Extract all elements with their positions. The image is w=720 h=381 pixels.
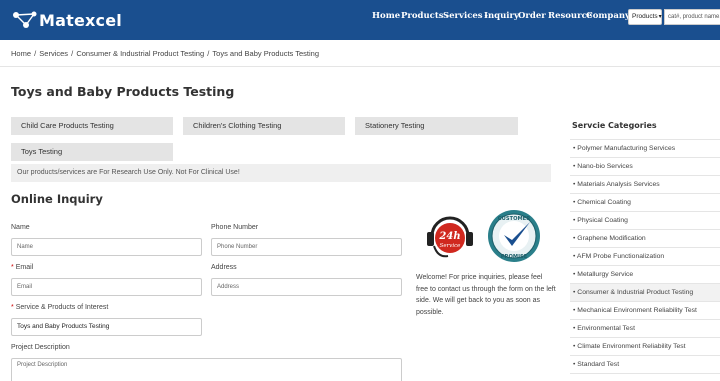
bullet-icon: • — [573, 271, 576, 278]
category-child-care[interactable]: Child Care Products Testing — [11, 117, 173, 135]
service-field[interactable]: Toys and Baby Products Testing — [11, 318, 202, 336]
bullet-icon: • — [573, 289, 576, 296]
breadcrumb: Home / Services / Consumer & Industrial … — [11, 49, 320, 58]
category-stationery[interactable]: Stationery Testing — [355, 117, 518, 135]
breadcrumb-home[interactable]: Home — [11, 49, 31, 58]
sidebar-item[interactable]: • Physical Coating — [570, 212, 720, 230]
sidebar-item-label: Polymer Manufacturing Services — [577, 145, 676, 152]
sidebar-title: Servcie Categories — [572, 121, 657, 130]
bullet-icon: • — [573, 163, 576, 170]
customer-promise-icon: CUSTOMER PROMISE — [488, 210, 540, 262]
logo-icon — [13, 11, 37, 28]
sidebar-item-label: Metallurgy Service — [577, 271, 634, 278]
badge-service-text: Service — [440, 243, 462, 249]
bullet-icon: • — [573, 253, 576, 260]
name-label: Name — [11, 224, 30, 231]
bullet-icon: • — [573, 181, 576, 188]
search-scope-select[interactable]: Products▾ — [628, 9, 662, 25]
required-mark: * — [11, 304, 14, 311]
sidebar-item[interactable]: • Metallurgy Service — [570, 266, 720, 284]
address-label: Address — [211, 264, 237, 271]
badge-customer-text: CUSTOMER — [498, 216, 530, 222]
sidebar-item[interactable]: • Climate Environment Reliability Test — [570, 338, 720, 356]
phone-field[interactable]: Phone Number — [211, 238, 402, 256]
nav-products[interactable]: Products ▾ — [401, 11, 449, 21]
nav-services[interactable]: Services ▾ — [443, 11, 488, 21]
sidebar-item-label: Physical Coating — [577, 217, 628, 224]
sidebar-item-label: Materials Analysis Services — [577, 181, 660, 188]
sidebar-item-label: Climate Environment Reliability Test — [577, 343, 686, 350]
inquiry-title: Online Inquiry — [11, 192, 103, 206]
category-toys[interactable]: Toys Testing — [11, 143, 173, 161]
bullet-icon: • — [573, 217, 576, 224]
sidebar-item[interactable]: • Materials Analysis Services — [570, 176, 720, 194]
bullet-icon: • — [573, 307, 576, 314]
sidebar-item[interactable]: • Nano-bio Services — [570, 158, 720, 176]
welcome-message: Welcome! For price inquiries, please fee… — [416, 274, 556, 316]
search-input[interactable]: cat#, product name, — [664, 9, 720, 25]
email-field[interactable]: Email — [11, 278, 202, 296]
logo[interactable]: Matexcel — [12, 8, 122, 32]
sidebar-item[interactable]: • Mechanical Environment Reliability Tes… — [570, 302, 720, 320]
category-childrens-clothing[interactable]: Children's Clothing Testing — [183, 117, 345, 135]
brand-name: Matexcel — [39, 10, 122, 30]
email-label: * Email — [11, 264, 34, 271]
sidebar-item[interactable]: • Environmental Test — [570, 320, 720, 338]
sidebar-item-label: Environmental Test — [577, 325, 635, 332]
sidebar-item-label: AFM Probe Functionalization — [576, 253, 665, 260]
sidebar-item-label: Chemical Coating — [577, 199, 631, 206]
sidebar-item-label: Consumer & Industrial Product Testing — [577, 289, 694, 296]
chevron-down-icon: ▾ — [658, 14, 662, 20]
nav-inquiry[interactable]: Inquiry — [484, 11, 519, 21]
service-category-list: • Polymer Manufacturing Services • Nano-b… — [570, 139, 720, 374]
required-mark: * — [11, 264, 14, 271]
phone-label: Phone Number — [211, 224, 259, 231]
divider — [0, 66, 720, 67]
bullet-icon: • — [573, 235, 576, 242]
bullet-icon: • — [573, 361, 576, 368]
sidebar-item[interactable]: • Chemical Coating — [570, 194, 720, 212]
sidebar-item-label: Graphene Modification — [577, 235, 646, 242]
sidebar-item[interactable]: • Consumer & Industrial Product Testing — [570, 284, 720, 302]
service-label: * Service & Products of Interest — [11, 304, 109, 311]
sidebar-item[interactable]: • Standard Test — [570, 356, 720, 374]
badge-24h-text: 24h — [438, 231, 460, 242]
name-field[interactable]: Name — [11, 238, 202, 256]
nav-order[interactable]: Order — [518, 11, 546, 21]
sidebar-item[interactable]: • AFM Probe Functionalization — [570, 248, 720, 266]
research-use-notice: Our products/services are For Research U… — [11, 164, 551, 182]
site-header: Matexcel Home Products ▾ Services ▾ Inquir… — [0, 0, 720, 40]
sidebar-item-label: Nano-bio Services — [577, 163, 633, 170]
badge-promise-text: PROMISE — [501, 254, 528, 260]
service-24h-icon: 24h Service — [427, 216, 473, 258]
breadcrumb-current: Toys and Baby Products Testing — [212, 49, 320, 58]
nav-home[interactable]: Home — [372, 11, 400, 21]
description-textarea[interactable]: Project Description — [11, 358, 402, 381]
breadcrumb-services[interactable]: Services — [39, 49, 68, 58]
bullet-icon: • — [573, 199, 576, 206]
sidebar-item[interactable]: • Polymer Manufacturing Services — [570, 140, 720, 158]
address-field[interactable]: Address — [211, 278, 402, 296]
bullet-icon: • — [573, 325, 576, 332]
sidebar-item-label: Mechanical Environment Reliability Test — [577, 307, 697, 314]
breadcrumb-consumer-industrial[interactable]: Consumer & Industrial Product Testing — [76, 49, 204, 58]
sidebar-item[interactable]: • Graphene Modification — [570, 230, 720, 248]
bullet-icon: • — [573, 343, 576, 350]
page-title: Toys and Baby Products Testing — [11, 84, 235, 99]
bullet-icon: • — [573, 145, 576, 152]
sidebar-item-label: Standard Test — [577, 361, 620, 368]
description-label: Project Description — [11, 344, 70, 351]
